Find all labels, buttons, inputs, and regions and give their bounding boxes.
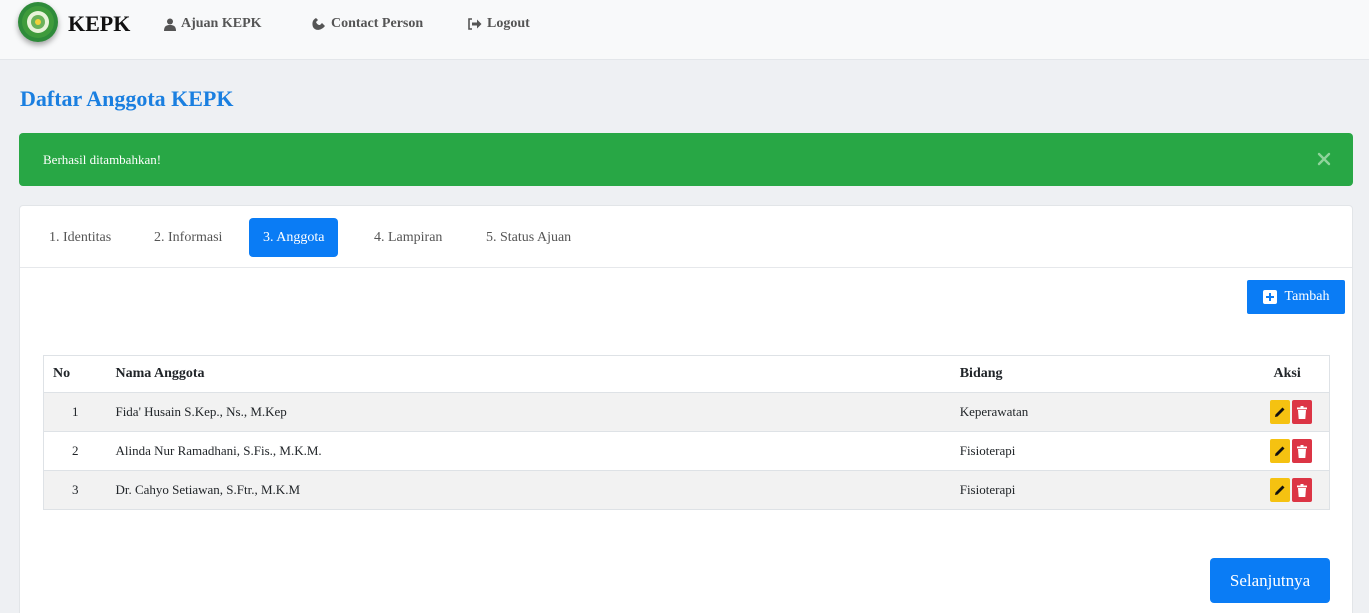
header-nama-anggota: Nama Anggota [106,355,951,393]
close-icon [1317,152,1331,166]
plus-square-icon [1262,290,1277,304]
navbar: KEPK Ajuan KEPK Contact Person Logout [0,0,1369,60]
row-no: 3 [43,470,107,510]
tab-lampiran[interactable]: 4. Lampiran [360,218,456,257]
brand-title[interactable]: KEPK [68,11,130,37]
row-actions [1264,392,1330,432]
logo-emblem-icon [22,6,54,38]
nav-logout[interactable]: Logout [467,16,530,32]
row-bidang: Fisioterapi [950,431,1265,471]
row-nama: Fida' Husain S.Kep., Ns., M.Kep [106,392,951,432]
header-bidang: Bidang [950,355,1265,393]
nav-contact-person[interactable]: Contact Person [312,16,423,32]
edit-button[interactable] [1270,400,1291,424]
user-icon [164,18,176,31]
page-title: Daftar Anggota KEPK [20,86,234,111]
pencil-icon [1275,446,1285,456]
nav-logout-label: Logout [487,16,530,31]
tab-identitas[interactable]: 1. Identitas [35,218,125,257]
sign-out-icon [468,18,482,30]
row-actions [1264,431,1330,471]
row-actions [1264,470,1330,510]
table-header-row: No Nama Anggota Bidang Aksi [43,355,1330,393]
trash-icon [1297,444,1308,458]
row-nama: Dr. Cahyo Setiawan, S.Ftr., M.K.M [106,470,951,510]
edit-button[interactable] [1270,478,1291,502]
alert-close-button[interactable] [1317,152,1331,171]
row-bidang: Keperawatan [950,392,1265,432]
trash-icon [1297,483,1308,497]
pencil-icon [1275,407,1285,417]
row-nama: Alinda Nur Ramadhani, S.Fis., M.K.M. [106,431,951,471]
delete-button[interactable] [1292,400,1313,424]
step-tabs: 1. Identitas 2. Informasi 3. Anggota 4. … [20,206,1352,268]
add-member-button[interactable]: Tambah [1247,280,1345,314]
nav-contact-person-label: Contact Person [331,16,424,31]
tab-informasi[interactable]: 2. Informasi [140,218,236,257]
row-no: 2 [43,431,107,471]
header-no: No [43,355,107,393]
table-row: 3 Dr. Cahyo Setiawan, S.Ftr., M.K.M Fisi… [43,470,1330,510]
nav-ajuan-kepk-label: Ajuan KEPK [181,16,262,31]
row-bidang: Fisioterapi [950,470,1265,510]
edit-button[interactable] [1270,439,1291,463]
next-button[interactable]: Selanjutnya [1210,558,1330,603]
delete-button[interactable] [1292,439,1313,463]
tab-anggota[interactable]: 3. Anggota [249,218,339,257]
success-alert: Berhasil ditambahkan! [19,133,1353,186]
table-row: 2 Alinda Nur Ramadhani, S.Fis., M.K.M. F… [43,431,1330,471]
alert-message: Berhasil ditambahkan! [43,152,162,167]
trash-icon [1297,405,1308,419]
pencil-icon [1275,485,1285,495]
add-member-label: Tambah [1284,289,1330,304]
content-card: 1. Identitas 2. Informasi 3. Anggota 4. … [19,205,1353,613]
phone-icon [312,17,325,30]
tab-status-ajuan[interactable]: 5. Status Ajuan [472,218,585,257]
members-table: No Nama Anggota Bidang Aksi 1 Fida' Husa… [43,355,1330,510]
nav-ajuan-kepk[interactable]: Ajuan KEPK [164,16,262,32]
delete-button[interactable] [1292,478,1313,502]
kepk-logo[interactable] [18,2,58,42]
header-aksi: Aksi [1264,355,1330,393]
row-no: 1 [43,392,107,432]
table-row: 1 Fida' Husain S.Kep., Ns., M.Kep Kepera… [43,392,1330,432]
